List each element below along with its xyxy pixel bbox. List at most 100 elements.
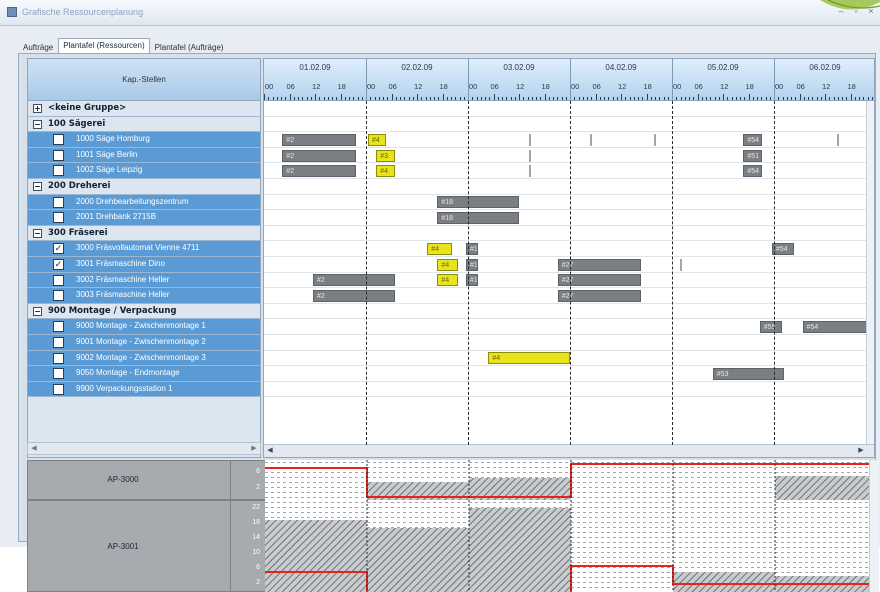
- tree-item-row[interactable]: 9000 Montage - Zwischenmontage 1: [28, 319, 260, 335]
- tree-item-row[interactable]: ✓ 3000 Fräsvollautomat Vienne 4711: [28, 241, 260, 257]
- tree-group-row[interactable]: + <keine Gruppe>: [28, 101, 260, 117]
- row-checkbox[interactable]: [53, 274, 64, 286]
- gantt-tick-marker[interactable]: [529, 149, 532, 162]
- hour-tick: [540, 97, 542, 100]
- tree-item-row[interactable]: 1001 Säge Berlin: [28, 147, 260, 164]
- tree-group-row[interactable]: −900 Montage / Verpackung: [28, 303, 260, 320]
- gantt-bar[interactable]: #3: [376, 149, 395, 162]
- gantt-bar[interactable]: #4: [437, 274, 458, 287]
- gantt-bar[interactable]: #54: [743, 134, 762, 146]
- gantt-tick-marker[interactable]: [680, 258, 683, 271]
- row-checkbox[interactable]: [53, 321, 64, 333]
- expand-icon[interactable]: +: [33, 104, 42, 113]
- minimize-icon[interactable]: –: [836, 6, 846, 16]
- day-separator: [366, 59, 367, 101]
- gantt-row: [264, 210, 870, 226]
- gantt-bar[interactable]: #4: [376, 165, 395, 178]
- row-checkbox[interactable]: ✓: [53, 259, 64, 270]
- hour-tick: [502, 97, 503, 100]
- hour-tick: [795, 97, 797, 100]
- row-checkbox[interactable]: [53, 383, 64, 395]
- row-checkbox[interactable]: [53, 149, 64, 161]
- tree-group-row[interactable]: −300 Fräserei: [28, 225, 260, 242]
- gantt-bar[interactable]: #2: [282, 149, 356, 162]
- hour-tick: [863, 97, 865, 100]
- row-checkbox[interactable]: ✓: [53, 243, 64, 255]
- gantt-bar[interactable]: #2: [282, 165, 356, 178]
- gantt-bar[interactable]: #55: [759, 321, 783, 334]
- tree-item-row[interactable]: 1000 Säge Homburg: [28, 132, 260, 148]
- gantt-bar[interactable]: #54: [743, 165, 762, 178]
- scroll-right-icon[interactable]: ▶: [249, 444, 259, 453]
- row-checkbox[interactable]: [53, 337, 64, 348]
- tree-item-row[interactable]: 9001 Montage - Zwischenmontage 2: [28, 335, 260, 351]
- gantt-bar[interactable]: #18: [437, 196, 519, 209]
- maximize-icon[interactable]: ▫: [851, 6, 861, 16]
- tab-plantafel-ressourcen[interactable]: Plantafel (Ressourcen): [58, 38, 150, 54]
- hour-label: 00: [775, 82, 784, 91]
- tree-item-row[interactable]: 2001 Drehbank 2715B: [28, 210, 260, 226]
- scroll-left-icon[interactable]: ◀: [29, 444, 39, 453]
- hour-tick: [472, 97, 474, 100]
- gantt-tick-marker[interactable]: [653, 134, 656, 146]
- scroll-right-icon[interactable]: ▶: [856, 446, 866, 456]
- collapse-icon[interactable]: −: [33, 182, 42, 191]
- tree-item-row[interactable]: 9002 Montage - Zwischenmontage 3: [28, 350, 260, 367]
- gantt-bar[interactable]: #54: [771, 243, 795, 256]
- histogram-vertical-scrollbar[interactable]: [869, 460, 879, 592]
- hour-tick: [553, 97, 554, 100]
- row-checkbox[interactable]: [53, 352, 64, 364]
- hour-tick: [451, 97, 452, 100]
- day-divider: [570, 101, 571, 445]
- gantt-bar[interactable]: #4: [437, 258, 458, 271]
- gantt-tick-marker[interactable]: [529, 134, 532, 146]
- tree-header: Kap.-Stellen: [28, 59, 260, 101]
- tree-item-row[interactable]: 1002 Säge Leipzig: [28, 163, 260, 179]
- gantt-bar[interactable]: #54: [802, 321, 874, 334]
- gantt-bar[interactable]: #4: [488, 352, 570, 365]
- tab-auftraege[interactable]: Aufträge: [18, 40, 58, 54]
- gantt-bar[interactable]: #2: [312, 274, 395, 287]
- hour-label: 00: [367, 82, 376, 91]
- gantt-bar[interactable]: #2: [282, 134, 356, 146]
- gantt-chart[interactable]: 01.02.09 00 06 12 18 02.02.09 00 06 12 18 03.02.09…: [263, 58, 875, 458]
- gantt-vertical-scrollbar[interactable]: [866, 101, 874, 445]
- tab-plantafel-auftraege[interactable]: Plantafel (Aufträge): [150, 40, 229, 54]
- tree-item-row[interactable]: 3003 Fräsmaschine Heller: [28, 288, 260, 304]
- scroll-left-icon[interactable]: ◀: [265, 446, 275, 456]
- hour-tick: [557, 97, 559, 100]
- tree-item-row[interactable]: 2000 Drehbearbeitungszentrum: [28, 194, 260, 211]
- row-checkbox[interactable]: [53, 212, 64, 224]
- close-icon[interactable]: ×: [866, 6, 876, 16]
- gantt-bar[interactable]: #4: [427, 243, 452, 256]
- row-checkbox[interactable]: [53, 290, 64, 302]
- gantt-horizontal-scrollbar[interactable]: ◀ ▶: [264, 444, 874, 457]
- hour-tick: [485, 97, 486, 100]
- tree-item-row[interactable]: 3002 Fräsmaschine Heller: [28, 272, 260, 289]
- tree-horizontal-scrollbar[interactable]: ◀ ▶: [27, 442, 261, 455]
- row-checkbox[interactable]: [53, 165, 64, 177]
- tree-item-row[interactable]: 9050 Montage - Endmontage: [28, 366, 260, 382]
- collapse-icon[interactable]: −: [33, 119, 42, 129]
- gantt-bar[interactable]: #2: [312, 290, 395, 302]
- row-checkbox[interactable]: [53, 368, 64, 380]
- hour-tick: [842, 97, 843, 100]
- collapse-icon[interactable]: −: [33, 228, 42, 238]
- tree-group-row[interactable]: −100 Sägerei: [28, 116, 260, 133]
- tree-item-row[interactable]: 9900 Verpackungsstation 1: [28, 381, 260, 398]
- hour-tick: [506, 97, 508, 100]
- gantt-tick-marker[interactable]: [590, 134, 593, 146]
- tree-group-label: 200 Dreherei: [48, 181, 111, 191]
- gantt-tick-marker[interactable]: [837, 134, 840, 146]
- tree-item-row[interactable]: ✓ 3001 Fräsmaschine Dino: [28, 257, 260, 273]
- row-checkbox[interactable]: [53, 134, 64, 146]
- tree-group-row[interactable]: −200 Dreherei: [28, 179, 260, 195]
- row-checkbox[interactable]: [53, 196, 64, 208]
- hour-tick: [604, 97, 605, 100]
- gantt-tick-marker[interactable]: [529, 165, 532, 178]
- hour-tick: [480, 97, 482, 100]
- gantt-bar[interactable]: #51: [743, 149, 762, 162]
- gantt-bar[interactable]: #18: [437, 212, 519, 224]
- gantt-bar[interactable]: #4: [368, 134, 387, 146]
- collapse-icon[interactable]: −: [33, 306, 42, 316]
